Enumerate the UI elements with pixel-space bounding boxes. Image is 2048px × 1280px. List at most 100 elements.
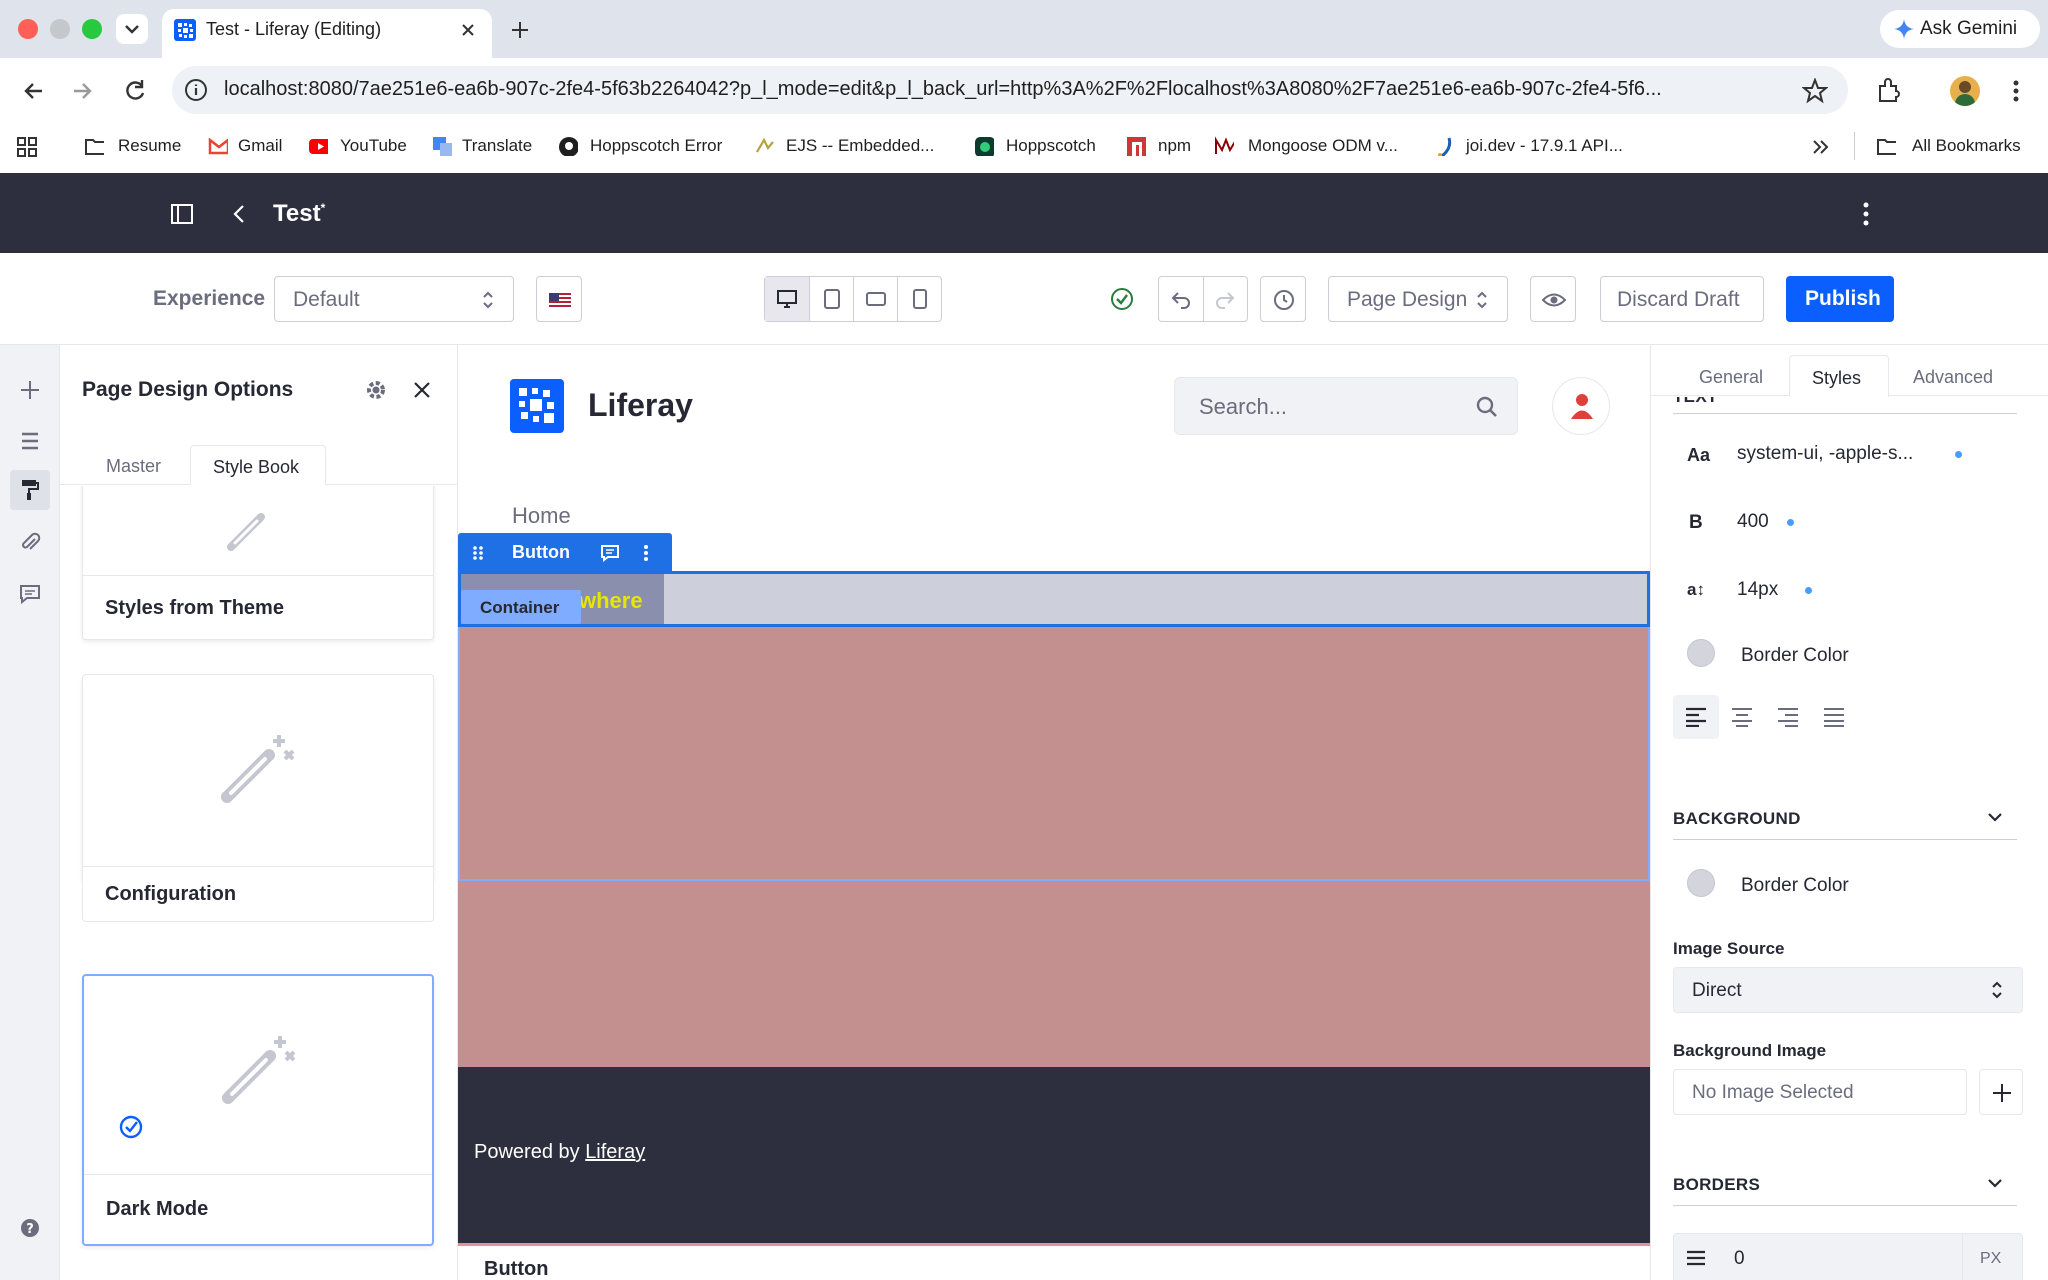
align-right-icon[interactable]	[1777, 707, 1799, 727]
borders-section-heading[interactable]: BORDERS	[1673, 1175, 1760, 1195]
preview-button[interactable]	[1530, 276, 1576, 322]
bookmark-hoppscotch[interactable]: Hoppscotch	[1006, 136, 1096, 156]
align-justify-icon[interactable]	[1823, 707, 1845, 727]
bookmark-translate[interactable]: Translate	[462, 136, 532, 156]
fragment-topper[interactable]: Button	[458, 533, 672, 571]
select-background-image-button[interactable]	[1979, 1069, 2023, 1115]
bookmark-resume[interactable]: Resume	[118, 136, 181, 156]
settings-gear-icon[interactable]	[364, 378, 388, 402]
attachment-paperclip-icon[interactable]	[18, 531, 42, 555]
maximize-window-button[interactable]	[82, 19, 102, 39]
rp-tab-styles[interactable]: Styles	[1789, 355, 1889, 397]
container-fragment[interactable]	[458, 627, 1650, 881]
page-design-select[interactable]: Page Design	[1328, 276, 1508, 322]
bookmark-ejs[interactable]: EJS -- Embedded...	[786, 136, 934, 156]
publish-button[interactable]: Publish	[1786, 276, 1894, 322]
site-search-input[interactable]: Search...	[1174, 377, 1518, 435]
browser-menu-icon[interactable]	[2004, 76, 2028, 106]
drag-handle-icon[interactable]	[472, 545, 484, 561]
discard-draft-button[interactable]: Discard Draft	[1600, 276, 1764, 322]
viewport-portrait-button[interactable]	[897, 277, 941, 321]
reload-icon[interactable]	[120, 76, 150, 106]
style-book-card-theme[interactable]: Styles from Theme	[82, 486, 434, 640]
apps-grid-icon[interactable]	[16, 136, 38, 158]
minimize-window-button[interactable]	[50, 19, 70, 39]
header-options-kebab-icon[interactable]	[1856, 200, 1876, 228]
fragment-options-kebab-icon[interactable]	[640, 543, 652, 563]
gemini-star-icon	[1894, 19, 1914, 39]
border-unit-select[interactable]: PX	[1980, 1250, 2001, 1268]
help-question-icon[interactable]: ?	[20, 1218, 40, 1238]
bookmark-joi[interactable]: joi.dev - 17.9.1 API...	[1466, 136, 1623, 156]
background-color-label[interactable]: Border Color	[1741, 875, 1849, 897]
background-color-swatch[interactable]	[1687, 869, 1715, 897]
bookmark-mongoose[interactable]: Mongoose ODM v...	[1248, 136, 1398, 156]
image-source-select[interactable]: Direct	[1673, 967, 2023, 1013]
font-weight-value[interactable]: 400	[1737, 511, 1769, 533]
font-family-value[interactable]: system-ui, -apple-s...	[1737, 443, 1913, 465]
background-section-heading[interactable]: BACKGROUND	[1673, 809, 1801, 829]
bookmark-gmail[interactable]: Gmail	[238, 136, 282, 156]
select-caret-icon	[483, 291, 493, 309]
background-image-input[interactable]: No Image Selected	[1673, 1069, 1967, 1115]
new-tab-button[interactable]	[506, 16, 534, 44]
browser-layers-icon[interactable]	[18, 429, 42, 453]
close-window-button[interactable]	[18, 19, 38, 39]
back-chevron-icon[interactable]	[228, 202, 250, 226]
border-width-input[interactable]: 0 PX	[1673, 1233, 2023, 1280]
npm-icon	[1127, 137, 1146, 156]
select-caret-icon	[1992, 981, 2002, 999]
sidebar-toggle-icon[interactable]	[170, 202, 194, 226]
viewport-desktop-button[interactable]	[765, 277, 809, 321]
forward-arrow-icon[interactable]	[68, 76, 98, 106]
footer-liferay-link[interactable]: Liferay	[585, 1141, 645, 1163]
text-color-label[interactable]: Border Color	[1741, 645, 1849, 667]
bookmark-star-icon[interactable]	[1802, 78, 1828, 104]
rp-tab-general[interactable]: General	[1699, 367, 1763, 388]
chevron-down-icon[interactable]	[1985, 1173, 2005, 1193]
language-selector-button[interactable]	[536, 276, 582, 322]
chevron-down-icon[interactable]	[1985, 807, 2005, 827]
tab-search-button[interactable]	[116, 14, 148, 44]
user-avatar-button[interactable]	[1552, 377, 1610, 435]
history-button[interactable]	[1260, 276, 1306, 322]
eye-icon	[1541, 293, 1567, 307]
close-panel-icon[interactable]	[410, 378, 434, 402]
bookmark-hoppscotch-error[interactable]: Hoppscotch Error	[590, 136, 722, 156]
all-bookmarks[interactable]: All Bookmarks	[1912, 136, 2021, 156]
profile-avatar[interactable]	[1950, 76, 1980, 106]
tab-master[interactable]: Master	[106, 456, 161, 477]
text-section-heading: TEXT	[1673, 397, 1718, 407]
comments-icon[interactable]	[18, 582, 42, 606]
bookmark-npm[interactable]: npm	[1158, 136, 1191, 156]
back-arrow-icon[interactable]	[18, 76, 48, 106]
viewport-landscape-button[interactable]	[853, 277, 897, 321]
tab-style-book[interactable]: Style Book	[190, 445, 326, 485]
close-tab-button[interactable]	[456, 18, 480, 42]
redo-icon[interactable]	[1213, 288, 1237, 312]
style-book-card-dark-mode[interactable]: Dark Mode	[82, 974, 434, 1246]
bookmarks-divider	[1854, 132, 1855, 160]
ask-gemini-button[interactable]: Ask Gemini	[1880, 10, 2040, 48]
rp-tab-advanced[interactable]: Advanced	[1913, 367, 1993, 388]
align-left-button[interactable]	[1673, 695, 1719, 739]
page-design-options-tab[interactable]	[10, 470, 50, 510]
selected-button-fragment[interactable]: where Container	[458, 571, 1650, 627]
align-center-icon[interactable]	[1731, 707, 1753, 727]
site-info-icon[interactable]	[184, 78, 208, 102]
comment-icon[interactable]	[600, 543, 620, 563]
experience-select[interactable]: Default	[274, 276, 514, 322]
viewport-tablet-button[interactable]	[809, 277, 853, 321]
nav-home-link[interactable]: Home	[512, 503, 571, 529]
extensions-puzzle-icon[interactable]	[1874, 76, 1902, 104]
site-brand-name[interactable]: Liferay	[588, 387, 693, 424]
text-color-swatch[interactable]	[1687, 639, 1715, 667]
bottom-button-label[interactable]: Button	[484, 1258, 548, 1280]
bookmark-youtube[interactable]: YouTube	[340, 136, 407, 156]
style-book-card-configuration[interactable]	[82, 674, 434, 882]
liferay-logo-icon[interactable]	[510, 379, 564, 433]
add-fragment-plus-icon[interactable]	[18, 378, 42, 402]
undo-icon[interactable]	[1169, 288, 1193, 312]
more-bookmarks-chevron-icon[interactable]	[1810, 136, 1832, 158]
font-size-value[interactable]: 14px	[1737, 579, 1778, 601]
